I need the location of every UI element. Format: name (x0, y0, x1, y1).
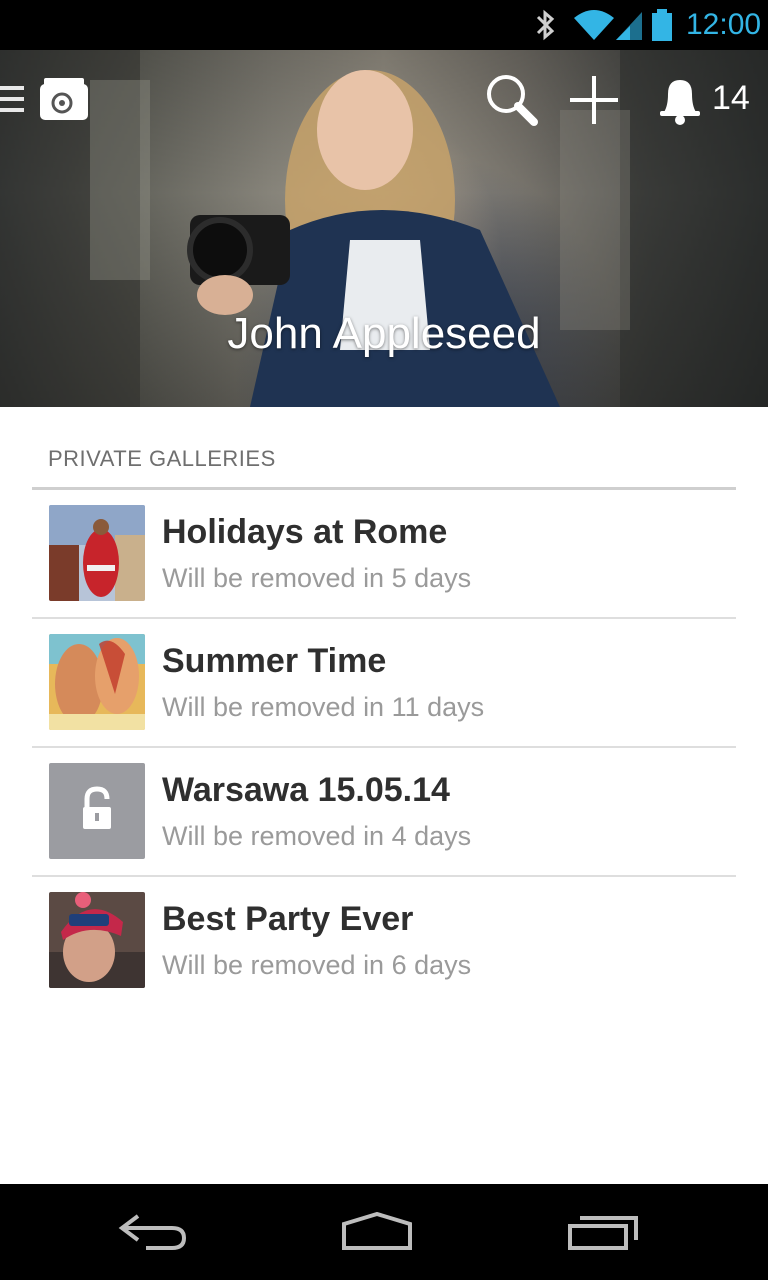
gallery-item[interactable]: Summer Time Will be removed in 11 days (32, 619, 736, 748)
add-icon[interactable] (566, 72, 622, 128)
status-bar: 12:00 (0, 0, 768, 50)
gallery-title: Best Party Ever (162, 900, 414, 938)
battery-icon (652, 9, 672, 41)
home-icon[interactable] (340, 1212, 414, 1252)
clock: 12:00 (686, 8, 762, 41)
wifi-icon (574, 10, 642, 40)
notification-count-badge[interactable]: 14 (712, 78, 750, 118)
section-title: PRIVATE GALLERIES (48, 446, 276, 471)
gallery-thumbnail (49, 505, 145, 601)
system-nav-bar (0, 1184, 768, 1280)
bluetooth-icon (536, 9, 555, 41)
gallery-title: Warsawa 15.05.14 (162, 771, 450, 809)
gallery-thumbnail (49, 892, 145, 988)
gallery-list: Holidays at Rome Will be removed in 5 da… (32, 490, 736, 1004)
gallery-item[interactable]: Best Party Ever Will be removed in 6 day… (32, 877, 736, 1004)
gallery-expiry: Will be removed in 5 days (162, 563, 472, 593)
gallery-title: Holidays at Rome (162, 513, 448, 551)
lock-icon (49, 763, 145, 859)
top-toolbar: 14 (0, 50, 768, 146)
app-logo-icon[interactable] (38, 76, 90, 122)
profile-name: John Appleseed (227, 309, 541, 358)
menu-icon[interactable] (0, 84, 26, 114)
gallery-thumbnail (49, 634, 145, 730)
search-icon[interactable] (484, 72, 538, 126)
gallery-title: Summer Time (162, 642, 387, 680)
recents-icon[interactable] (566, 1212, 640, 1252)
back-icon[interactable] (118, 1212, 190, 1252)
gallery-expiry: Will be removed in 11 days (162, 692, 485, 722)
gallery-item[interactable]: Holidays at Rome Will be removed in 5 da… (32, 490, 736, 619)
gallery-item[interactable]: Warsawa 15.05.14 Will be removed in 4 da… (32, 748, 736, 877)
profile-header: 14 John Appleseed (0, 50, 768, 407)
bell-icon[interactable] (656, 72, 704, 126)
gallery-expiry: Will be removed in 4 days (162, 821, 472, 851)
gallery-expiry: Will be removed in 6 days (162, 950, 472, 980)
